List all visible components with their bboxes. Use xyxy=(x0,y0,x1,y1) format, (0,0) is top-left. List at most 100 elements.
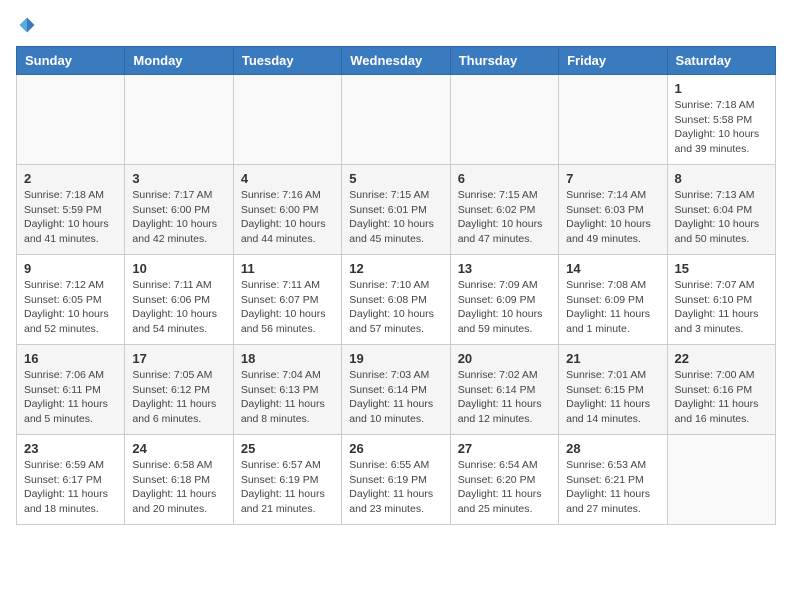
calendar-day-cell: 4 Sunrise: 7:16 AM Sunset: 6:00 PM Daylig… xyxy=(233,165,341,255)
calendar-day-cell: 27Sunrise: 6:54 AM Sunset: 6:20 PM Dayli… xyxy=(450,435,558,525)
day-info: Sunrise: 6:57 AM Sunset: 6:19 PM Dayligh… xyxy=(241,458,334,517)
day-info: Sunrise: 7:18 AM Sunset: 5:59 PM Dayligh… xyxy=(24,188,117,247)
day-info: Sunrise: 7:18 AM Sunset: 5:58 PM Dayligh… xyxy=(675,98,768,157)
calendar-table: SundayMondayTuesdayWednesdayThursdayFrid… xyxy=(16,46,776,525)
calendar-day-cell: 13 Sunrise: 7:09 AM Sunset: 6:09 PM Dayli… xyxy=(450,255,558,345)
weekday-header-saturday: Saturday xyxy=(667,47,775,75)
weekday-header-thursday: Thursday xyxy=(450,47,558,75)
calendar-day-cell xyxy=(233,75,341,165)
day-number: 21 xyxy=(566,351,659,366)
day-number: 8 xyxy=(675,171,768,186)
calendar-day-cell: 15Sunrise: 7:07 AM Sunset: 6:10 PM Dayli… xyxy=(667,255,775,345)
day-number: 10 xyxy=(132,261,225,276)
day-info: Sunrise: 6:53 AM Sunset: 6:21 PM Dayligh… xyxy=(566,458,659,517)
calendar-day-cell: 26 Sunrise: 6:55 AM Sunset: 6:19 PM Dayli… xyxy=(342,435,450,525)
calendar-week-row: 9 Sunrise: 7:12 AM Sunset: 6:05 PM Daylig… xyxy=(17,255,776,345)
day-info: Sunrise: 7:10 AM Sunset: 6:08 PM Dayligh… xyxy=(349,278,442,337)
calendar-day-cell: 23 Sunrise: 6:59 AM Sunset: 6:17 PM Dayli… xyxy=(17,435,125,525)
calendar-day-cell: 18 Sunrise: 7:04 AM Sunset: 6:13 PM Dayli… xyxy=(233,345,341,435)
calendar-day-cell: 19 Sunrise: 7:03 AM Sunset: 6:14 PM Dayli… xyxy=(342,345,450,435)
day-info: Sunrise: 7:08 AM Sunset: 6:09 PM Dayligh… xyxy=(566,278,659,337)
day-info: Sunrise: 7:14 AM Sunset: 6:03 PM Dayligh… xyxy=(566,188,659,247)
calendar-day-cell: 25 Sunrise: 6:57 AM Sunset: 6:19 PM Dayli… xyxy=(233,435,341,525)
calendar-day-cell: 3Sunrise: 7:17 AM Sunset: 6:00 PM Daylig… xyxy=(125,165,233,255)
day-info: Sunrise: 7:15 AM Sunset: 6:02 PM Dayligh… xyxy=(458,188,551,247)
day-number: 22 xyxy=(675,351,768,366)
calendar-week-row: 23 Sunrise: 6:59 AM Sunset: 6:17 PM Dayli… xyxy=(17,435,776,525)
logo xyxy=(16,16,36,34)
calendar-day-cell: 11 Sunrise: 7:11 AM Sunset: 6:07 PM Dayli… xyxy=(233,255,341,345)
calendar-day-cell: 6 Sunrise: 7:15 AM Sunset: 6:02 PM Daylig… xyxy=(450,165,558,255)
day-number: 24 xyxy=(132,441,225,456)
page-header xyxy=(16,16,776,34)
day-number: 17 xyxy=(132,351,225,366)
calendar-day-cell: 21 Sunrise: 7:01 AM Sunset: 6:15 PM Dayli… xyxy=(559,345,667,435)
day-info: Sunrise: 7:01 AM Sunset: 6:15 PM Dayligh… xyxy=(566,368,659,427)
day-info: Sunrise: 7:06 AM Sunset: 6:11 PM Dayligh… xyxy=(24,368,117,427)
day-number: 14 xyxy=(566,261,659,276)
day-number: 16 xyxy=(24,351,117,366)
day-number: 2 xyxy=(24,171,117,186)
calendar-day-cell xyxy=(342,75,450,165)
calendar-day-cell xyxy=(125,75,233,165)
day-number: 12 xyxy=(349,261,442,276)
day-number: 25 xyxy=(241,441,334,456)
day-info: Sunrise: 7:00 AM Sunset: 6:16 PM Dayligh… xyxy=(675,368,768,427)
day-number: 5 xyxy=(349,171,442,186)
day-info: Sunrise: 7:07 AM Sunset: 6:10 PM Dayligh… xyxy=(675,278,768,337)
day-number: 19 xyxy=(349,351,442,366)
calendar-day-cell xyxy=(667,435,775,525)
day-info: Sunrise: 7:03 AM Sunset: 6:14 PM Dayligh… xyxy=(349,368,442,427)
day-info: Sunrise: 7:11 AM Sunset: 6:07 PM Dayligh… xyxy=(241,278,334,337)
day-info: Sunrise: 7:11 AM Sunset: 6:06 PM Dayligh… xyxy=(132,278,225,337)
day-number: 20 xyxy=(458,351,551,366)
weekday-header-friday: Friday xyxy=(559,47,667,75)
day-info: Sunrise: 7:09 AM Sunset: 6:09 PM Dayligh… xyxy=(458,278,551,337)
calendar-day-cell: 20Sunrise: 7:02 AM Sunset: 6:14 PM Dayli… xyxy=(450,345,558,435)
calendar-day-cell: 12 Sunrise: 7:10 AM Sunset: 6:08 PM Dayli… xyxy=(342,255,450,345)
calendar-day-cell: 7 Sunrise: 7:14 AM Sunset: 6:03 PM Daylig… xyxy=(559,165,667,255)
day-info: Sunrise: 7:04 AM Sunset: 6:13 PM Dayligh… xyxy=(241,368,334,427)
day-info: Sunrise: 7:15 AM Sunset: 6:01 PM Dayligh… xyxy=(349,188,442,247)
calendar-day-cell: 8Sunrise: 7:13 AM Sunset: 6:04 PM Daylig… xyxy=(667,165,775,255)
weekday-header-tuesday: Tuesday xyxy=(233,47,341,75)
day-info: Sunrise: 7:05 AM Sunset: 6:12 PM Dayligh… xyxy=(132,368,225,427)
day-number: 26 xyxy=(349,441,442,456)
day-info: Sunrise: 7:12 AM Sunset: 6:05 PM Dayligh… xyxy=(24,278,117,337)
day-number: 7 xyxy=(566,171,659,186)
weekday-header-monday: Monday xyxy=(125,47,233,75)
calendar-week-row: 1 Sunrise: 7:18 AM Sunset: 5:58 PM Daylig… xyxy=(17,75,776,165)
day-number: 28 xyxy=(566,441,659,456)
day-number: 9 xyxy=(24,261,117,276)
calendar-day-cell: 28 Sunrise: 6:53 AM Sunset: 6:21 PM Dayli… xyxy=(559,435,667,525)
weekday-header-row: SundayMondayTuesdayWednesdayThursdayFrid… xyxy=(17,47,776,75)
calendar-day-cell: 5 Sunrise: 7:15 AM Sunset: 6:01 PM Daylig… xyxy=(342,165,450,255)
calendar-day-cell xyxy=(450,75,558,165)
weekday-header-wednesday: Wednesday xyxy=(342,47,450,75)
calendar-day-cell: 17 Sunrise: 7:05 AM Sunset: 6:12 PM Dayli… xyxy=(125,345,233,435)
day-number: 13 xyxy=(458,261,551,276)
day-info: Sunrise: 6:59 AM Sunset: 6:17 PM Dayligh… xyxy=(24,458,117,517)
calendar-week-row: 16 Sunrise: 7:06 AM Sunset: 6:11 PM Dayli… xyxy=(17,345,776,435)
calendar-day-cell: 16 Sunrise: 7:06 AM Sunset: 6:11 PM Dayli… xyxy=(17,345,125,435)
day-number: 6 xyxy=(458,171,551,186)
day-number: 1 xyxy=(675,81,768,96)
day-number: 23 xyxy=(24,441,117,456)
calendar-day-cell xyxy=(17,75,125,165)
day-number: 4 xyxy=(241,171,334,186)
calendar-day-cell: 9 Sunrise: 7:12 AM Sunset: 6:05 PM Daylig… xyxy=(17,255,125,345)
calendar-day-cell: 22 Sunrise: 7:00 AM Sunset: 6:16 PM Dayli… xyxy=(667,345,775,435)
day-info: Sunrise: 7:16 AM Sunset: 6:00 PM Dayligh… xyxy=(241,188,334,247)
weekday-header-sunday: Sunday xyxy=(17,47,125,75)
day-number: 11 xyxy=(241,261,334,276)
calendar-day-cell xyxy=(559,75,667,165)
calendar-day-cell: 24 Sunrise: 6:58 AM Sunset: 6:18 PM Dayli… xyxy=(125,435,233,525)
calendar-week-row: 2 Sunrise: 7:18 AM Sunset: 5:59 PM Daylig… xyxy=(17,165,776,255)
day-info: Sunrise: 6:58 AM Sunset: 6:18 PM Dayligh… xyxy=(132,458,225,517)
day-number: 18 xyxy=(241,351,334,366)
day-info: Sunrise: 6:55 AM Sunset: 6:19 PM Dayligh… xyxy=(349,458,442,517)
logo-icon xyxy=(18,16,36,34)
calendar-day-cell: 2 Sunrise: 7:18 AM Sunset: 5:59 PM Daylig… xyxy=(17,165,125,255)
day-info: Sunrise: 7:17 AM Sunset: 6:00 PM Dayligh… xyxy=(132,188,225,247)
day-info: Sunrise: 6:54 AM Sunset: 6:20 PM Dayligh… xyxy=(458,458,551,517)
